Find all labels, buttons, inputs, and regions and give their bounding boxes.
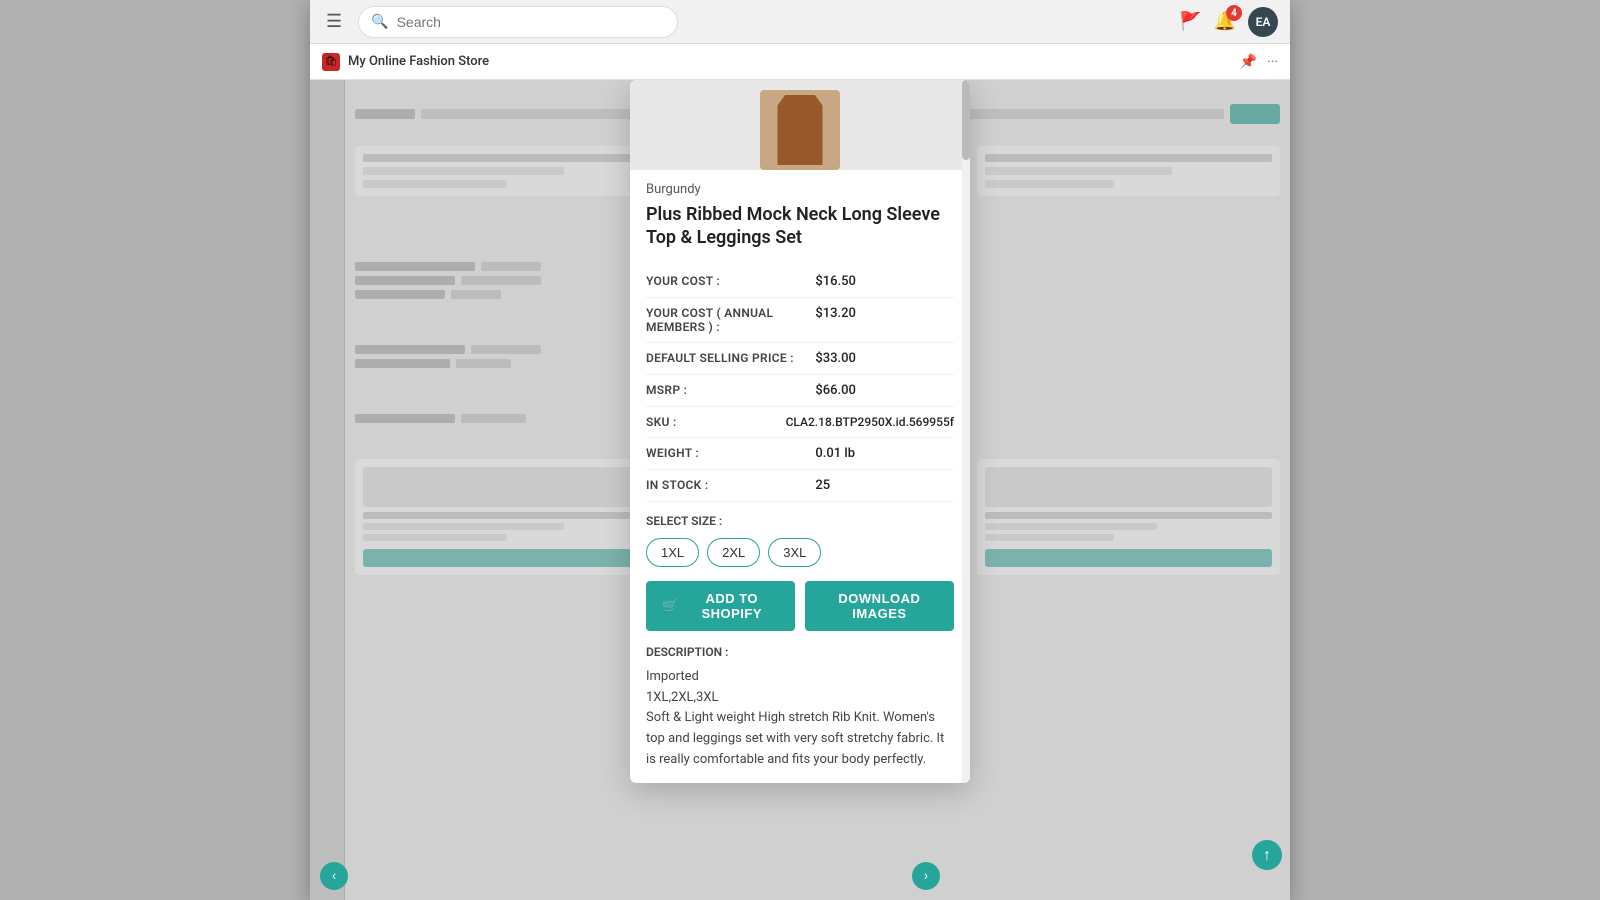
your-cost-value: $16.50 xyxy=(815,274,856,289)
description-section: DESCRIPTION : Imported 1XL,2XL,3XL Soft … xyxy=(646,645,954,771)
default-selling-value: $33.00 xyxy=(815,351,856,366)
default-selling-row: DEFAULT SELLING PRICE : $33.00 xyxy=(646,343,954,375)
user-avatar[interactable]: EA xyxy=(1248,7,1278,37)
your-cost-annual-value: $13.20 xyxy=(815,306,856,334)
action-buttons: 🛒 ADD TO SHOPIFY DOWNLOAD IMAGES xyxy=(646,581,954,631)
desc-line-2: 1XL,2XL,3XL xyxy=(646,690,719,705)
size-2xl[interactable]: 2XL xyxy=(707,538,760,567)
notification-badge: 4 xyxy=(1226,5,1242,21)
sku-label: SKU : xyxy=(646,415,786,429)
your-cost-annual-label: YOUR COST ( ANNUAL MEMBERS ) : xyxy=(646,306,815,334)
tab-actions: 📌 ··· xyxy=(1240,54,1278,70)
size-options: 1XL 2XL 3XL xyxy=(646,538,954,567)
notification-bell[interactable]: 🔔 4 xyxy=(1214,11,1236,32)
color-label: Burgundy xyxy=(646,182,954,197)
flag-icon[interactable]: 🚩 xyxy=(1179,11,1201,32)
desc-line-3: Soft & Light weight High stretch Rib Kni… xyxy=(646,710,944,767)
scrollbar-thumb[interactable] xyxy=(962,80,970,160)
desc-line-1: Imported xyxy=(646,669,699,684)
msrp-row: MSRP : $66.00 xyxy=(646,375,954,407)
size-3xl[interactable]: 3XL xyxy=(768,538,821,567)
description-label: DESCRIPTION : xyxy=(646,645,954,659)
size-section: SELECT SIZE : 1XL 2XL 3XL xyxy=(646,514,954,567)
search-bar[interactable]: 🔍 xyxy=(358,6,678,38)
prev-arrow[interactable]: ‹ xyxy=(320,862,348,890)
search-icon: 🔍 xyxy=(371,14,388,30)
product-title: Plus Ribbed Mock Neck Long Sleeve Top & … xyxy=(646,203,954,250)
description-text: Imported 1XL,2XL,3XL Soft & Light weight… xyxy=(646,667,954,771)
pin-icon[interactable]: 📌 xyxy=(1240,54,1257,70)
browser-window: ☰ 🔍 🚩 🔔 4 EA 🛍 My Online Fashion Store 📌… xyxy=(310,0,1290,900)
add-to-shopify-label: ADD TO SHOPIFY xyxy=(685,591,779,621)
add-to-shopify-button[interactable]: 🛒 ADD TO SHOPIFY xyxy=(646,581,795,631)
toolbar-right: 🚩 🔔 4 EA xyxy=(1179,7,1278,37)
product-details: Burgundy Plus Ribbed Mock Neck Long Slee… xyxy=(630,170,970,783)
store-name-tab: My Online Fashion Store xyxy=(348,54,489,69)
in-stock-label: IN STOCK : xyxy=(646,478,815,493)
select-size-label: SELECT SIZE : xyxy=(646,514,954,528)
next-arrow[interactable]: › xyxy=(912,862,940,890)
default-selling-label: DEFAULT SELLING PRICE : xyxy=(646,351,815,366)
weight-row: WEIGHT : 0.01 lb xyxy=(646,438,954,470)
sku-row: SKU : CLA2.18.BTP2950X.id.569955f xyxy=(646,407,954,438)
store-favicon: 🛍 xyxy=(322,53,340,71)
browser-content: Burgundy Plus Ribbed Mock Neck Long Slee… xyxy=(310,80,1290,900)
your-cost-label: YOUR COST : xyxy=(646,274,815,289)
weight-value: 0.01 lb xyxy=(815,446,855,461)
download-images-button[interactable]: DOWNLOAD IMAGES xyxy=(805,581,954,631)
product-image-area xyxy=(630,80,970,170)
hamburger-icon[interactable]: ☰ xyxy=(322,7,346,36)
modal-scrollbar[interactable] xyxy=(962,80,970,783)
in-stock-value: 25 xyxy=(815,478,830,493)
shopify-cart-icon: 🛒 xyxy=(662,598,679,614)
weight-label: WEIGHT : xyxy=(646,446,815,461)
browser-tab-bar: 🛍 My Online Fashion Store 📌 ··· xyxy=(310,44,1290,80)
size-1xl[interactable]: 1XL xyxy=(646,538,699,567)
msrp-label: MSRP : xyxy=(646,383,815,398)
in-stock-row: IN STOCK : 25 xyxy=(646,470,954,502)
search-input[interactable] xyxy=(397,14,666,30)
product-modal: Burgundy Plus Ribbed Mock Neck Long Slee… xyxy=(630,80,970,783)
modal-overlay: Burgundy Plus Ribbed Mock Neck Long Slee… xyxy=(310,80,1290,900)
sku-value: CLA2.18.BTP2950X.id.569955f xyxy=(786,415,954,429)
your-cost-annual-row: YOUR COST ( ANNUAL MEMBERS ) : $13.20 xyxy=(646,298,954,343)
more-options-icon[interactable]: ··· xyxy=(1267,54,1278,70)
browser-toolbar: ☰ 🔍 🚩 🔔 4 EA xyxy=(310,0,1290,44)
download-images-label: DOWNLOAD IMAGES xyxy=(838,591,920,621)
msrp-value: $66.00 xyxy=(815,383,856,398)
your-cost-row: YOUR COST : $16.50 xyxy=(646,266,954,298)
scroll-to-top-button[interactable]: ↑ xyxy=(1252,840,1282,870)
